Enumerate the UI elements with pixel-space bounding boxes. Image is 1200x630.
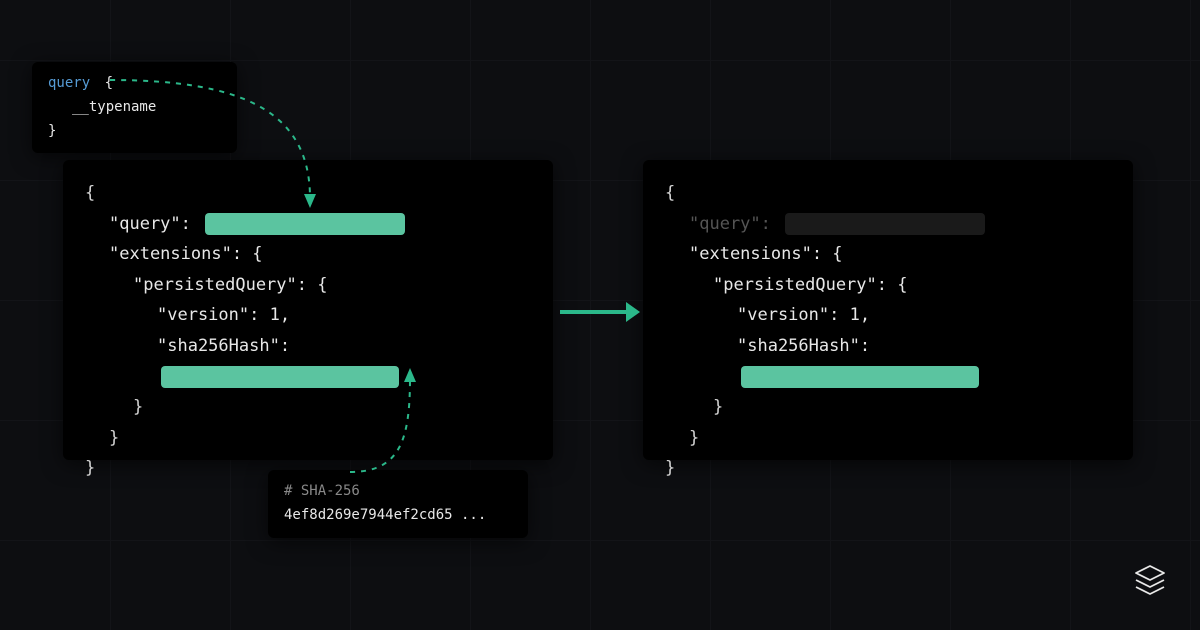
sha-comment: # SHA-256 [284,480,512,504]
query-line-dim: "query": [665,209,1111,240]
query-line: query { [48,72,221,96]
version-line: "version": 1, [85,300,531,331]
hash-value-redacted [741,366,979,388]
brace-close: } [85,423,531,454]
hash-key: "sha256Hash": [157,336,290,356]
persisted-key: "persistedQuery": { [85,270,531,301]
hash-value-redacted [161,366,399,388]
persisted-key: "persistedQuery": { [665,270,1111,301]
brace-close: } [48,120,221,144]
sha-value: 4ef8d269e7944ef2cd65 ... [284,504,512,528]
query-key: "query": [109,214,191,234]
typename-field: __typename [48,96,221,120]
brand-logo-icon [1130,562,1170,602]
query-value-redacted [205,213,405,235]
query-keyword: query [48,75,90,91]
brace-close: } [85,392,531,423]
hash-key: "sha256Hash": [737,336,870,356]
brace-close: } [665,392,1111,423]
extensions-key: "extensions": { [85,239,531,270]
arrow-right-icon [560,302,640,322]
brace-open: { [85,178,531,209]
json-panel-left: { "query": "extensions": { "persistedQue… [63,160,553,460]
hash-line: "sha256Hash": [665,331,1111,392]
sha256-panel: # SHA-256 4ef8d269e7944ef2cd65 ... [268,470,528,538]
query-key: "query": [689,214,771,234]
brace-close: } [665,453,1111,484]
version-line: "version": 1, [665,300,1111,331]
brace-open: { [105,75,113,91]
hash-line: "sha256Hash": [85,331,531,392]
extensions-key: "extensions": { [665,239,1111,270]
query-value-redacted-dim [785,213,985,235]
graphql-query-panel: query { __typename } [32,62,237,153]
brace-open: { [665,178,1111,209]
brace-close: } [665,423,1111,454]
json-panel-right: { "query": "extensions": { "persistedQue… [643,160,1133,460]
query-line: "query": [85,209,531,240]
